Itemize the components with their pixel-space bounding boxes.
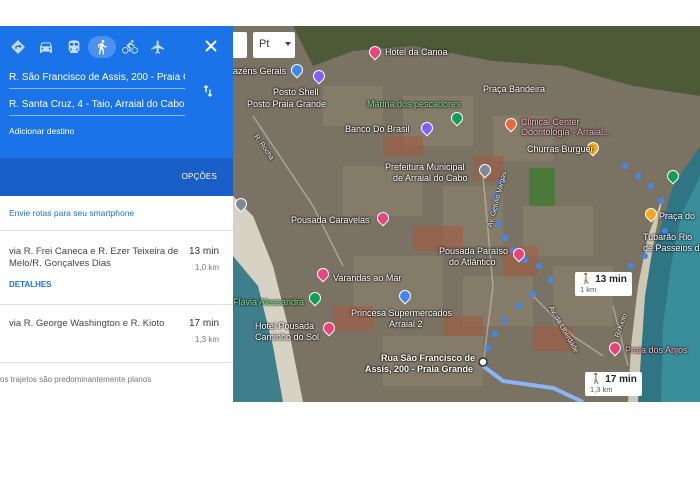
callout-time: 13 min [595,274,627,285]
map-label: Praça do [659,211,696,221]
map-view[interactable]: Pt Hotel da Canoa azéns Gerais Posto She… [233,26,700,402]
map-label: de Arraial do Cabo [393,173,468,183]
swap-directions-icon[interactable] [200,83,216,99]
destination-input[interactable]: R. Santa Cruz, 4 - Taio, Arraial do Cabo [9,99,185,116]
callout-distance: 1 km [580,285,597,294]
map-label: Hotel Pousada [255,321,315,331]
map-label: Princesa Supermercados [351,308,453,318]
add-destination-link[interactable]: Adicionar destino [9,126,74,136]
route-time: 17 min [188,318,219,329]
terrain-note: os trajetos são predominantemente planos [0,375,152,384]
car-icon[interactable] [32,36,60,58]
map-label: do Atlântico [449,257,496,267]
route-distance: 1,0 km [194,263,219,272]
route-time-callout[interactable]: 🚶 13 min 1 km [575,272,632,296]
options-button[interactable]: OPÇÕES [182,172,217,181]
map-label: Prefeitura Municipal [385,162,465,172]
map-label: Hotel da Canoa [385,47,448,57]
travel-mode-bar [4,36,172,58]
walking-icon[interactable] [88,36,116,58]
map-label: Praia dos Anjos [625,345,688,355]
callout-time: 17 min [605,374,637,385]
map-type-select[interactable]: Pt [253,32,295,58]
route-distance: 1,3 km [194,335,219,344]
map-label: Flávia Alessandra [233,297,305,307]
map-label: de Passeios de [643,243,700,253]
details-link[interactable]: DETALHES [9,280,52,289]
map-label: Posto Praia Grande [247,99,327,109]
caret-down-icon [285,42,291,46]
map-label: Banco Do Brasil [345,124,410,134]
callout-distance: 1,3 km [590,385,613,394]
map-side-button[interactable] [233,32,247,58]
map-label: Caminho do Sol [255,332,320,342]
best-route-icon[interactable] [4,36,32,58]
map-label: Churras Burguer [527,144,594,154]
route-via: via R. Frei Caneca e R. Ezer Teixeira de… [9,246,179,269]
map-label: Clinical Center [521,117,580,127]
map-label: Pousada Paraíso [439,246,509,256]
route-option[interactable]: via R. George Washington e R. Kioto 17 m… [0,304,233,362]
map-label: Varandas ao Mar [333,273,402,283]
flight-icon[interactable] [144,36,172,58]
map-label: Praça Bandeira [483,84,546,94]
route-time: 13 min [188,246,219,257]
map-label: Tubarão Rio [643,232,693,242]
map-label: azéns Gerais [233,66,287,76]
map-label: Odontologia - Arraial... [521,127,611,137]
close-icon[interactable] [203,38,219,54]
map-label: Arraial 2 [389,319,423,329]
map-label: Pousada Caravelas [291,215,370,225]
walking-icon: 🚶 [580,274,593,285]
transit-icon[interactable] [60,36,88,58]
map-label: Marina dos pescadores [367,99,461,109]
bicycle-icon[interactable] [116,36,144,58]
options-bar: OPÇÕES [0,158,233,196]
map-label: Assis, 200 - Praia Grande [365,364,474,374]
origin-input[interactable]: R. São Francisco de Assis, 200 - Praia G [9,72,185,89]
map-label: Posto Shell [273,87,319,97]
map-type-label: Pt [259,38,270,50]
route-option[interactable]: via R. Frei Caneca e R. Ezer Teixeira de… [0,230,233,304]
send-to-phone-link[interactable]: Envie rotas para seu smartphone [9,208,134,218]
route-via: via R. George Washington e R. Kioto [9,318,165,329]
map-label: Rua São Francisco de [381,353,476,363]
divider [0,362,233,363]
route-time-callout[interactable]: 🚶 17 min 1,3 km [585,372,642,396]
walking-icon: 🚶 [590,374,603,385]
